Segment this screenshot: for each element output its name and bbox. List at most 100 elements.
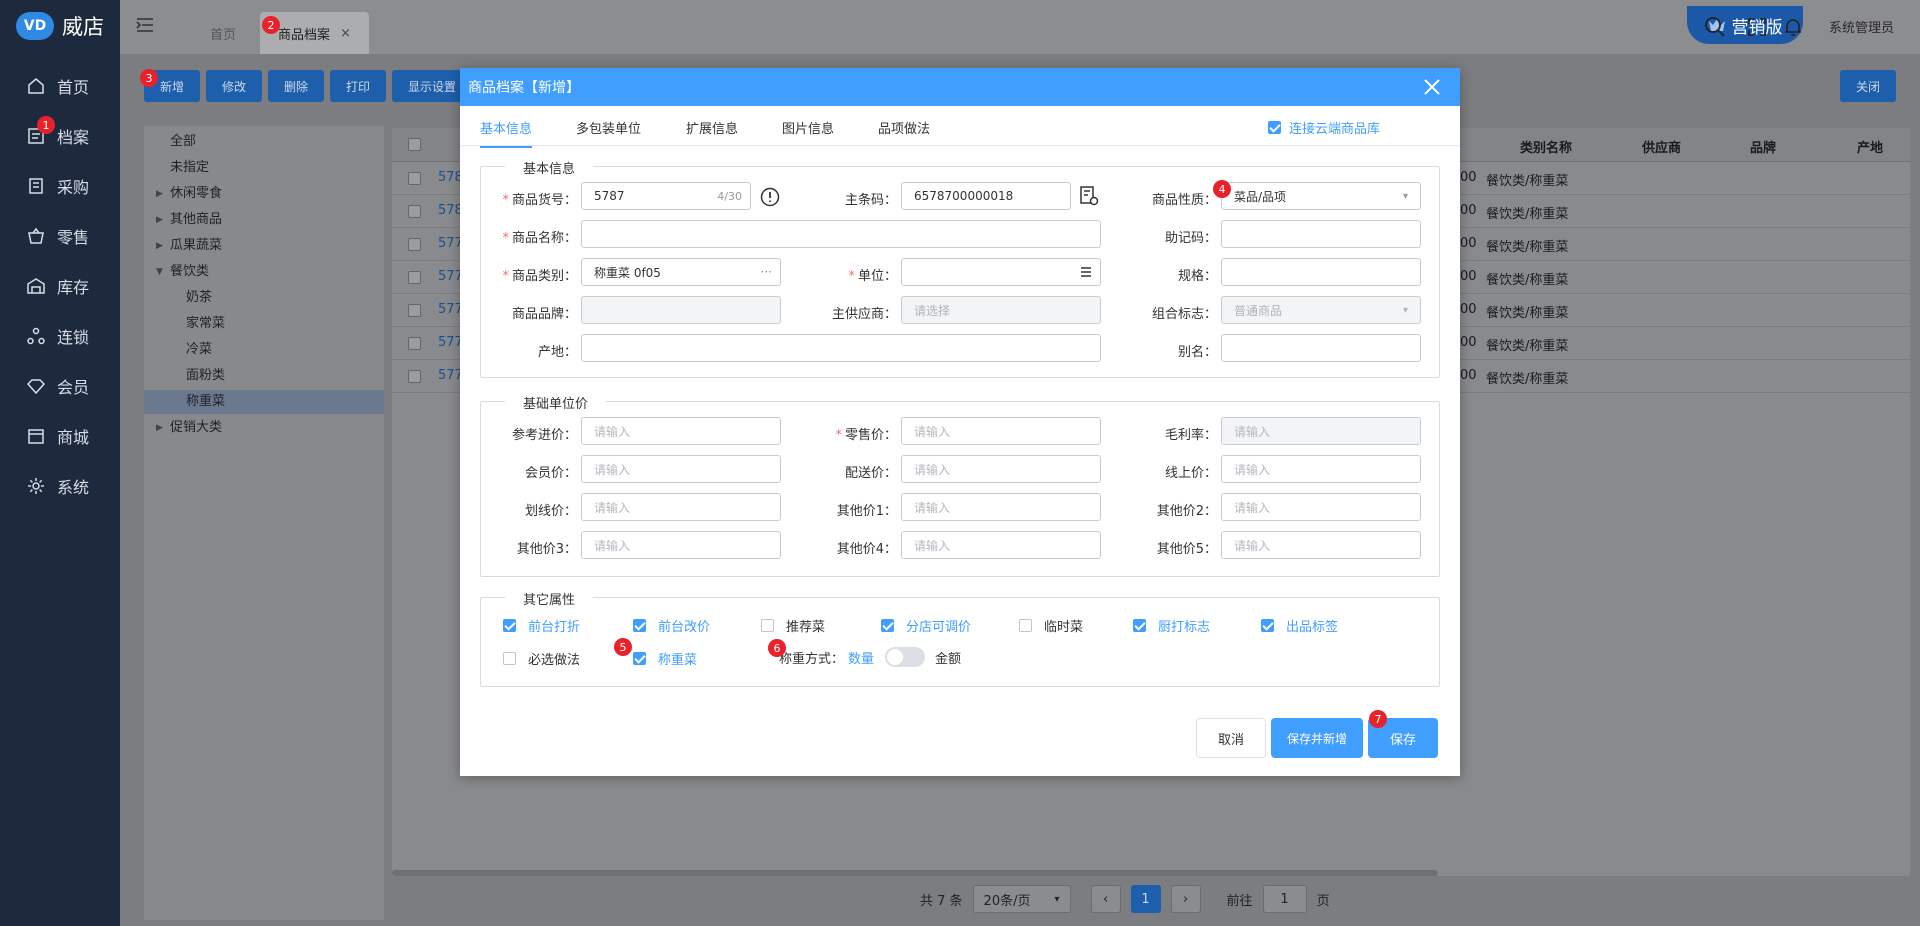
price-field-input[interactable]: 请输入 — [581, 493, 781, 521]
bell-icon[interactable] — [1782, 16, 1804, 38]
unit-input[interactable] — [901, 258, 1101, 286]
tab-image-info[interactable]: 图片信息 — [782, 118, 834, 137]
attribute-checkbox[interactable]: 前台打折 — [503, 616, 580, 635]
expand-icon[interactable]: ▶ — [156, 234, 163, 258]
attribute-checkbox[interactable]: 出品标签 — [1261, 616, 1338, 635]
grid-header-cell[interactable]: 供应商 — [1642, 137, 1681, 156]
fullscreen-icon[interactable] — [1746, 16, 1768, 38]
spec-input[interactable] — [1221, 258, 1421, 286]
more-icon[interactable]: ··· — [761, 265, 772, 279]
tree-item[interactable]: 家常菜 — [144, 312, 384, 336]
sidebar-item-purchase[interactable]: 采购 — [0, 166, 120, 206]
checkbox-checked[interactable] — [633, 652, 646, 665]
row-checkbox[interactable] — [408, 337, 421, 350]
tab-basic-info[interactable]: 基本信息 — [480, 118, 533, 148]
attribute-checkbox[interactable]: 前台改价 — [633, 616, 710, 635]
app-logo[interactable]: VD 威店 — [16, 8, 104, 44]
sidebar-item-archive[interactable]: 档案 — [0, 116, 120, 156]
next-page-button[interactable]: › — [1170, 885, 1201, 913]
cancel-button[interactable]: 取消 — [1196, 718, 1266, 758]
checkbox-checked[interactable] — [633, 619, 646, 632]
tab-home[interactable]: 首页 — [192, 12, 254, 54]
sidebar-item-member[interactable]: 会员 — [0, 366, 120, 406]
close-icon[interactable] — [1422, 77, 1442, 97]
weigh-mode-quantity[interactable]: 数量 — [848, 648, 874, 667]
price-field-input[interactable]: 请输入 — [581, 455, 781, 483]
checkbox-checked[interactable] — [881, 619, 894, 632]
search-icon[interactable] — [1704, 16, 1726, 38]
checkbox-unchecked[interactable] — [761, 619, 774, 632]
page-size-select[interactable]: 20条/页 ▾ — [972, 885, 1071, 913]
row-checkbox[interactable] — [408, 304, 421, 317]
menu-toggle-icon[interactable] — [136, 17, 154, 33]
checkbox-checked[interactable] — [503, 619, 516, 632]
checkbox-checked[interactable] — [1261, 619, 1274, 632]
sidebar-item-shop[interactable]: 商城 — [0, 416, 120, 456]
save-and-new-button[interactable]: 保存并新增 — [1271, 718, 1363, 758]
checkbox-unchecked[interactable] — [503, 652, 516, 665]
tab-close-icon[interactable]: × — [340, 26, 351, 41]
list-icon[interactable] — [1080, 267, 1092, 277]
grid-header-cell[interactable]: 类别名称 — [1520, 137, 1572, 156]
expand-icon[interactable]: ▶ — [156, 416, 163, 440]
tree-item[interactable]: ▼ 餐饮类 — [144, 260, 384, 284]
alias-input[interactable] — [1221, 334, 1421, 362]
row-checkbox[interactable] — [408, 271, 421, 284]
price-field-input[interactable]: 请输入 — [1221, 531, 1421, 559]
horizontal-scrollbar[interactable] — [392, 870, 1438, 876]
goto-page-input[interactable]: 1 — [1262, 885, 1307, 913]
attribute-checkbox[interactable]: 分店可调价 — [881, 616, 971, 635]
row-checkbox[interactable] — [408, 238, 421, 251]
edit-button[interactable]: 修改 — [206, 70, 262, 102]
collapse-icon[interactable]: ▼ — [156, 260, 163, 284]
tab-multi-package-unit[interactable]: 多包装单位 — [576, 118, 641, 137]
price-field-input[interactable]: 请输入 — [1221, 493, 1421, 521]
sidebar-item-retail[interactable]: 零售 — [0, 216, 120, 256]
nature-select[interactable]: 菜品/品项 ▾ — [1221, 182, 1421, 210]
page-number-current[interactable]: 1 — [1130, 885, 1161, 913]
attribute-checkbox[interactable]: 称重菜 — [633, 649, 697, 668]
sidebar-item-home[interactable]: 首页 — [0, 66, 120, 106]
price-field-input[interactable]: 请输入 — [901, 531, 1101, 559]
grid-header-cell[interactable]: 品牌 — [1750, 137, 1776, 156]
tab-extended-info[interactable]: 扩展信息 — [686, 118, 738, 137]
barcode-generate-icon[interactable] — [1078, 185, 1100, 207]
checkbox-checked[interactable] — [1267, 121, 1281, 134]
barcode-input[interactable]: 6578700000018 — [901, 182, 1071, 210]
price-field-input[interactable]: 请输入 — [581, 417, 781, 445]
tree-item[interactable]: ▶ 休闲零食 — [144, 182, 384, 206]
tree-item[interactable]: 面粉类 — [144, 364, 384, 388]
code-input[interactable]: 5787 4/30 — [581, 182, 751, 210]
tree-item[interactable]: ▶ 促销大类 — [144, 416, 384, 440]
category-picker[interactable]: 称重菜 0f05 ··· — [581, 258, 781, 286]
attribute-checkbox[interactable]: 临时菜 — [1019, 616, 1083, 635]
row-checkbox[interactable] — [408, 370, 421, 383]
sidebar-item-system[interactable]: 系统 — [0, 466, 120, 506]
sidebar-item-inventory[interactable]: 库存 — [0, 266, 120, 306]
price-field-input[interactable]: 请输入 — [901, 455, 1101, 483]
expand-icon[interactable]: ▶ — [156, 182, 163, 206]
price-field-input[interactable]: 请输入 — [1221, 455, 1421, 483]
print-button[interactable]: 打印 — [330, 70, 386, 102]
combo-select[interactable]: 普通商品 ▾ — [1221, 296, 1421, 324]
select-all-checkbox[interactable] — [408, 138, 421, 151]
info-icon[interactable] — [760, 187, 780, 207]
brand-input[interactable] — [581, 296, 781, 324]
tree-item[interactable]: ▶ 其他商品 — [144, 208, 384, 232]
price-field-input[interactable]: 请输入 — [901, 493, 1101, 521]
price-field-input[interactable]: 请输入 — [581, 531, 781, 559]
attribute-checkbox[interactable]: 必选做法 — [503, 649, 580, 668]
tree-item[interactable]: 冷菜 — [144, 338, 384, 362]
price-field-input[interactable]: 请输入 — [901, 417, 1101, 445]
tree-item[interactable]: 全部 — [144, 130, 384, 154]
tab-item-recipe[interactable]: 品项做法 — [878, 118, 930, 137]
tree-item[interactable]: ▶ 瓜果蔬菜 — [144, 234, 384, 258]
delete-button[interactable]: 删除 — [268, 70, 324, 102]
tree-item-selected[interactable]: 称重菜 — [144, 390, 384, 414]
weigh-mode-toggle[interactable] — [885, 647, 925, 667]
user-name[interactable]: 系统管理员 — [1829, 17, 1894, 36]
supplier-select[interactable]: 请选择 — [901, 296, 1101, 324]
name-input[interactable] — [581, 220, 1101, 248]
grid-header-cell[interactable]: 产地 — [1857, 137, 1883, 156]
weigh-mode-amount[interactable]: 金额 — [935, 648, 961, 667]
